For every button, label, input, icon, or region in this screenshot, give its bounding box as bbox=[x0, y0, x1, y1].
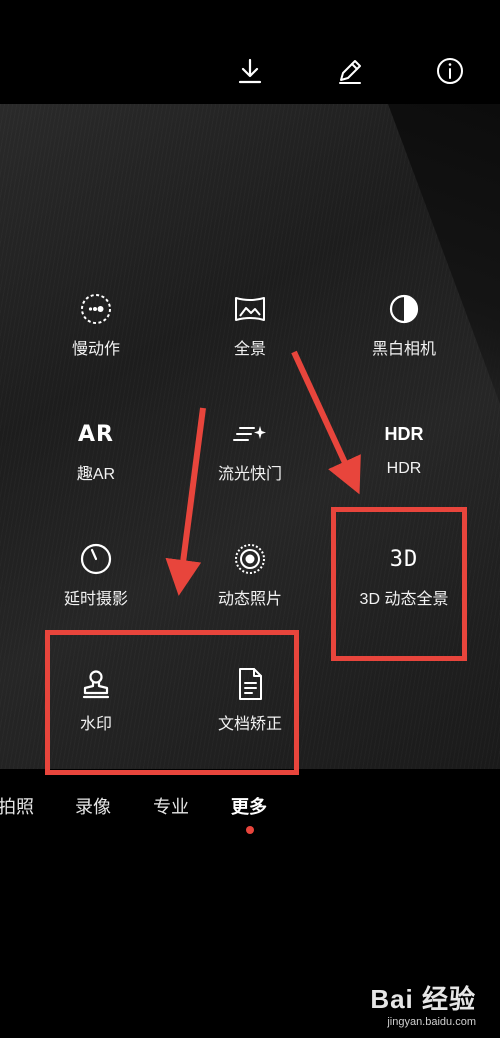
download-icon[interactable] bbox=[234, 55, 266, 87]
highlight-box-watermark-document bbox=[45, 630, 299, 775]
info-icon[interactable] bbox=[434, 55, 466, 87]
site-watermark: Bai 经验 jingyan.baidu.com bbox=[370, 979, 476, 1028]
highlight-box-3d-panorama bbox=[331, 507, 467, 661]
mode-label: 流光快门 bbox=[217, 466, 282, 483]
mode-hdr[interactable]: HDR HDR bbox=[334, 414, 474, 478]
mode-label: 趣AR bbox=[76, 466, 116, 483]
mode-label: 延时摄影 bbox=[63, 591, 128, 608]
mode-label: 黑白相机 bbox=[371, 341, 436, 358]
tab-video[interactable]: 录像 bbox=[75, 793, 111, 819]
mode-label: 慢动作 bbox=[71, 341, 120, 358]
mode-ar[interactable]: AR 趣AR bbox=[26, 414, 166, 484]
light-painting-icon bbox=[180, 414, 320, 454]
ar-icon: AR bbox=[26, 414, 166, 454]
moving-picture-icon bbox=[180, 539, 320, 579]
tab-more[interactable]: 更多 bbox=[231, 793, 267, 819]
mode-monochrome[interactable]: 黑白相机 bbox=[334, 289, 474, 359]
tab-pro[interactable]: 专业 bbox=[153, 793, 189, 819]
mode-light-painting[interactable]: 流光快门 bbox=[180, 414, 320, 484]
hdr-icon: HDR bbox=[334, 414, 474, 454]
mode-label: 全景 bbox=[233, 341, 266, 358]
mode-panorama[interactable]: 全景 bbox=[180, 289, 320, 359]
active-tab-indicator bbox=[246, 826, 254, 834]
mode-moving-picture[interactable]: 动态照片 bbox=[180, 539, 320, 609]
tab-photo[interactable]: 拍照 bbox=[0, 793, 34, 819]
slow-motion-icon bbox=[26, 289, 166, 329]
time-lapse-icon bbox=[26, 539, 166, 579]
hdr-icon-text: HDR bbox=[384, 423, 424, 444]
mode-label: HDR bbox=[386, 460, 422, 477]
viewfinder-shadow bbox=[388, 104, 500, 404]
watermark-url: jingyan.baidu.com bbox=[387, 1016, 476, 1028]
edit-icon[interactable] bbox=[334, 55, 366, 87]
panorama-icon bbox=[180, 289, 320, 329]
mode-label: 动态照片 bbox=[217, 591, 282, 608]
mode-slow-motion[interactable]: 慢动作 bbox=[26, 289, 166, 359]
monochrome-icon bbox=[334, 289, 474, 329]
ar-icon-text: AR bbox=[78, 421, 114, 447]
top-toolbar bbox=[0, 0, 500, 104]
watermark-brand: Bai 经验 bbox=[370, 984, 476, 1014]
mode-time-lapse[interactable]: 延时摄影 bbox=[26, 539, 166, 609]
